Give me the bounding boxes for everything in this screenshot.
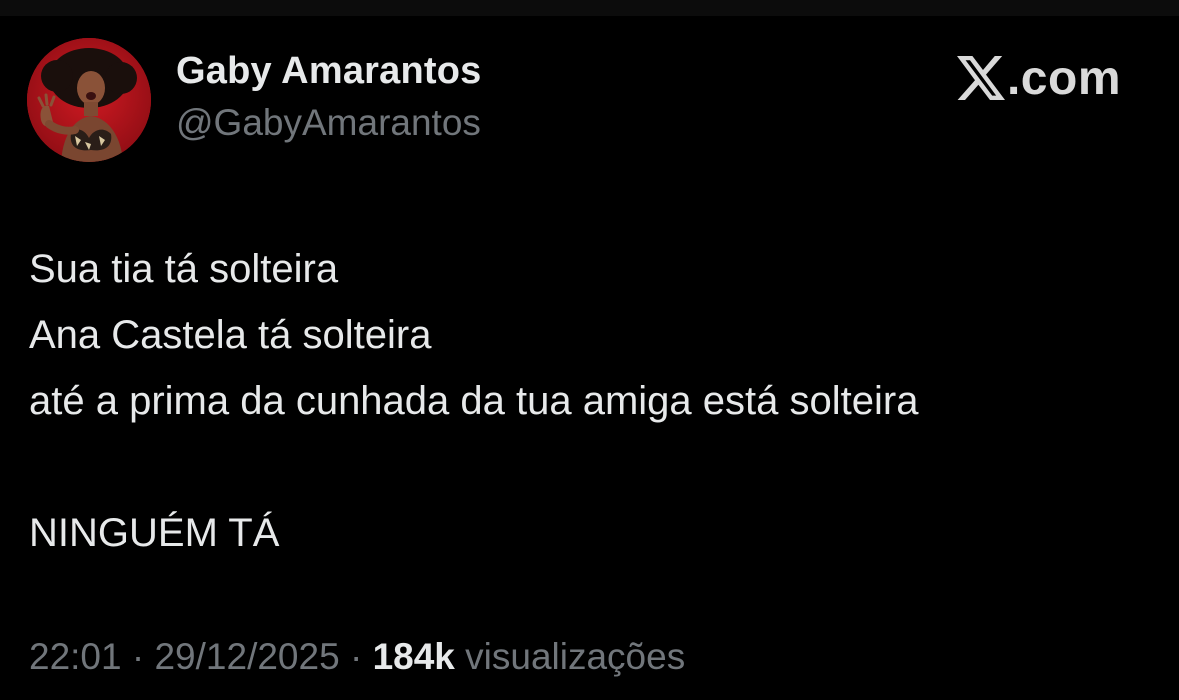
post-time[interactable]: 22:01: [29, 636, 122, 677]
author-display-name[interactable]: Gaby Amarantos: [176, 50, 481, 93]
avatar[interactable]: [27, 38, 151, 162]
meta-separator: ·: [131, 636, 145, 677]
tweet-text: Sua tia tá solteira Ana Castela tá solte…: [29, 236, 918, 566]
tweet-line: NINGUÉM TÁ: [29, 511, 280, 555]
views-label: visualizações: [465, 636, 686, 677]
meta-separator: ·: [349, 636, 363, 677]
avatar-image: [27, 38, 151, 162]
brand-domain: .com: [1006, 51, 1121, 105]
views-count: 184k: [372, 636, 455, 677]
x-logo-icon: [956, 56, 1005, 100]
top-bar: [0, 0, 1179, 16]
author-handle[interactable]: @GabyAmarantos: [176, 102, 481, 144]
tweet-line: Sua tia tá solteira: [29, 247, 339, 291]
post-meta: 22:01 · 29/12/2025 · 184k visualizações: [29, 636, 685, 678]
post-date[interactable]: 29/12/2025: [154, 636, 339, 677]
x-com-watermark: .com: [956, 50, 1121, 106]
tweet-line: Ana Castela tá solteira: [29, 313, 432, 357]
tweet-line: até a prima da cunhada da tua amiga está…: [29, 379, 919, 423]
